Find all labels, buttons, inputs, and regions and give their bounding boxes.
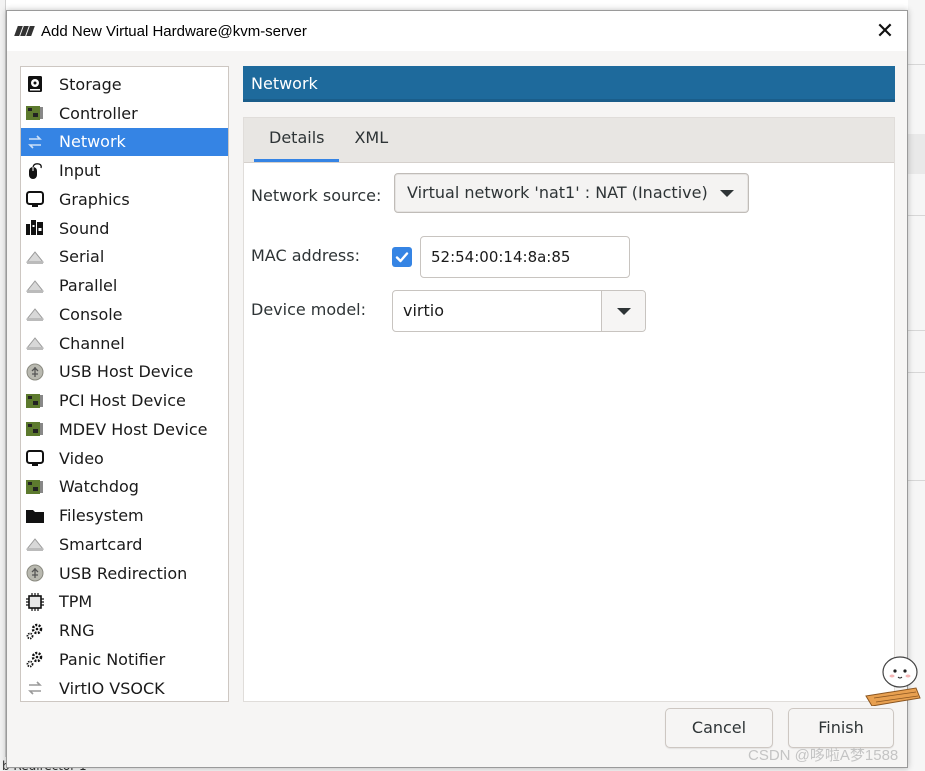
console-icon [25,304,45,324]
network-icon [25,132,45,152]
window-title: Add New Virtual Hardware@kvm-server [41,22,307,40]
tab-xml[interactable]: XML [339,117,403,162]
sound-icon [25,218,45,238]
watchdog-icon [25,477,45,497]
device-item-channel[interactable]: Channel [21,329,228,358]
network-source-label: Network source: [251,186,382,205]
device-item-label: Video [59,448,104,468]
chip-icon [25,592,45,612]
mac-address-input[interactable]: 52:54:00:14:8a:85 [420,236,630,278]
device-item-label: Sound [59,218,110,238]
device-item-rng[interactable]: RNG [21,616,228,645]
channel-icon [25,333,45,353]
pci-icon [25,391,45,411]
vsock-icon [25,678,45,698]
device-item-label: Panic Notifier [59,649,166,669]
device-item-tpm[interactable]: TPM [21,588,228,617]
device-item-label: Channel [59,333,125,353]
details-notebook: Details XML Network source: Virtual netw… [243,117,895,702]
device-item-controller[interactable]: Controller [21,99,228,128]
parallel-icon [25,276,45,296]
panic-notifier-icon [25,649,45,669]
mouse-icon [25,161,45,181]
device-item-smartcard[interactable]: Smartcard [21,530,228,559]
device-item-label: Parallel [59,276,118,296]
device-item-label: Storage [59,74,122,94]
device-item-serial[interactable]: Serial [21,243,228,272]
close-button[interactable]: ✕ [871,17,899,45]
folder-icon [25,506,45,526]
device-item-watchdog[interactable]: Watchdog [21,473,228,502]
mac-address-label: MAC address: [251,246,360,265]
device-item-label: USB Host Device [59,362,194,382]
mascot-sticker-icon [865,656,921,706]
device-item-virtio-vsock[interactable]: VirtIO VSOCK [21,674,228,703]
device-item-network[interactable]: Network [21,127,228,157]
video-icon [25,448,45,468]
title-bar: Add New Virtual Hardware@kvm-server ✕ [7,11,907,51]
device-item-panic-notifier[interactable]: Panic Notifier [21,645,228,674]
add-hardware-dialog: Add New Virtual Hardware@kvm-server ✕ St… [6,10,908,768]
serial-icon [25,247,45,267]
device-item-storage[interactable]: Storage [21,70,228,99]
device-item-label: Filesystem [59,506,144,526]
checkmark-icon [395,252,409,263]
device-item-label: Network [59,132,126,152]
device-item-video[interactable]: Video [21,444,228,473]
watermark-text: CSDN @哆啦A梦1588 [748,747,899,764]
device-item-mdev-host-device[interactable]: MDEV Host Device [21,415,228,444]
controller-icon [25,103,45,123]
network-source-dropdown[interactable]: Virtual network 'nat1' : NAT (Inactive) [394,173,749,213]
device-item-label: PCI Host Device [59,391,186,411]
close-icon: ✕ [875,18,895,43]
device-item-label: Smartcard [59,534,143,554]
device-item-parallel[interactable]: Parallel [21,271,228,300]
device-model-combobox[interactable]: virtio [392,290,646,332]
hardware-device-list: Storage Controller Network Input Graphics Sou… [20,66,229,702]
device-item-filesystem[interactable]: Filesystem [21,501,228,530]
device-item-pci-host-device[interactable]: PCI Host Device [21,386,228,415]
device-item-label: Graphics [59,189,130,209]
page-header: Network [243,66,895,102]
usb-redirection-icon [25,563,45,583]
mdev-icon [25,419,45,439]
device-item-graphics[interactable]: Graphics [21,185,228,214]
tab-details[interactable]: Details [254,117,340,162]
storage-icon [25,74,45,94]
device-item-label: Serial [59,247,105,267]
finish-button[interactable]: Finish [788,708,894,748]
rng-icon [25,621,45,641]
virt-manager-app-icon [14,25,35,37]
device-item-label: RNG [59,621,95,641]
tab-bar: Details XML [244,118,894,163]
device-item-label: Watchdog [59,477,139,497]
network-source-value: Virtual network 'nat1' : NAT (Inactive) [407,183,708,202]
device-model-value: virtio [403,301,444,320]
device-item-label: MDEV Host Device [59,419,208,439]
cancel-button[interactable]: Cancel [665,708,773,748]
device-item-label: VirtIO VSOCK [59,678,165,698]
mac-address-checkbox[interactable] [392,247,412,267]
device-item-label: TPM [59,592,93,612]
device-item-label: Input [59,161,101,181]
usb-icon [25,362,45,382]
device-item-label: USB Redirection [59,563,188,583]
device-item-label: Console [59,304,123,324]
monitor-icon [25,189,45,209]
device-model-dropdown-button[interactable] [601,291,645,331]
device-item-usb-redirection[interactable]: USB Redirection [21,559,228,588]
smartcard-icon [25,534,45,554]
device-item-input[interactable]: Input [21,156,228,185]
device-model-label: Device model: [251,300,367,319]
device-item-sound[interactable]: Sound [21,214,228,243]
device-item-label: Controller [59,103,138,123]
device-item-usb-host-device[interactable]: USB Host Device [21,358,228,387]
device-item-console[interactable]: Console [21,300,228,329]
